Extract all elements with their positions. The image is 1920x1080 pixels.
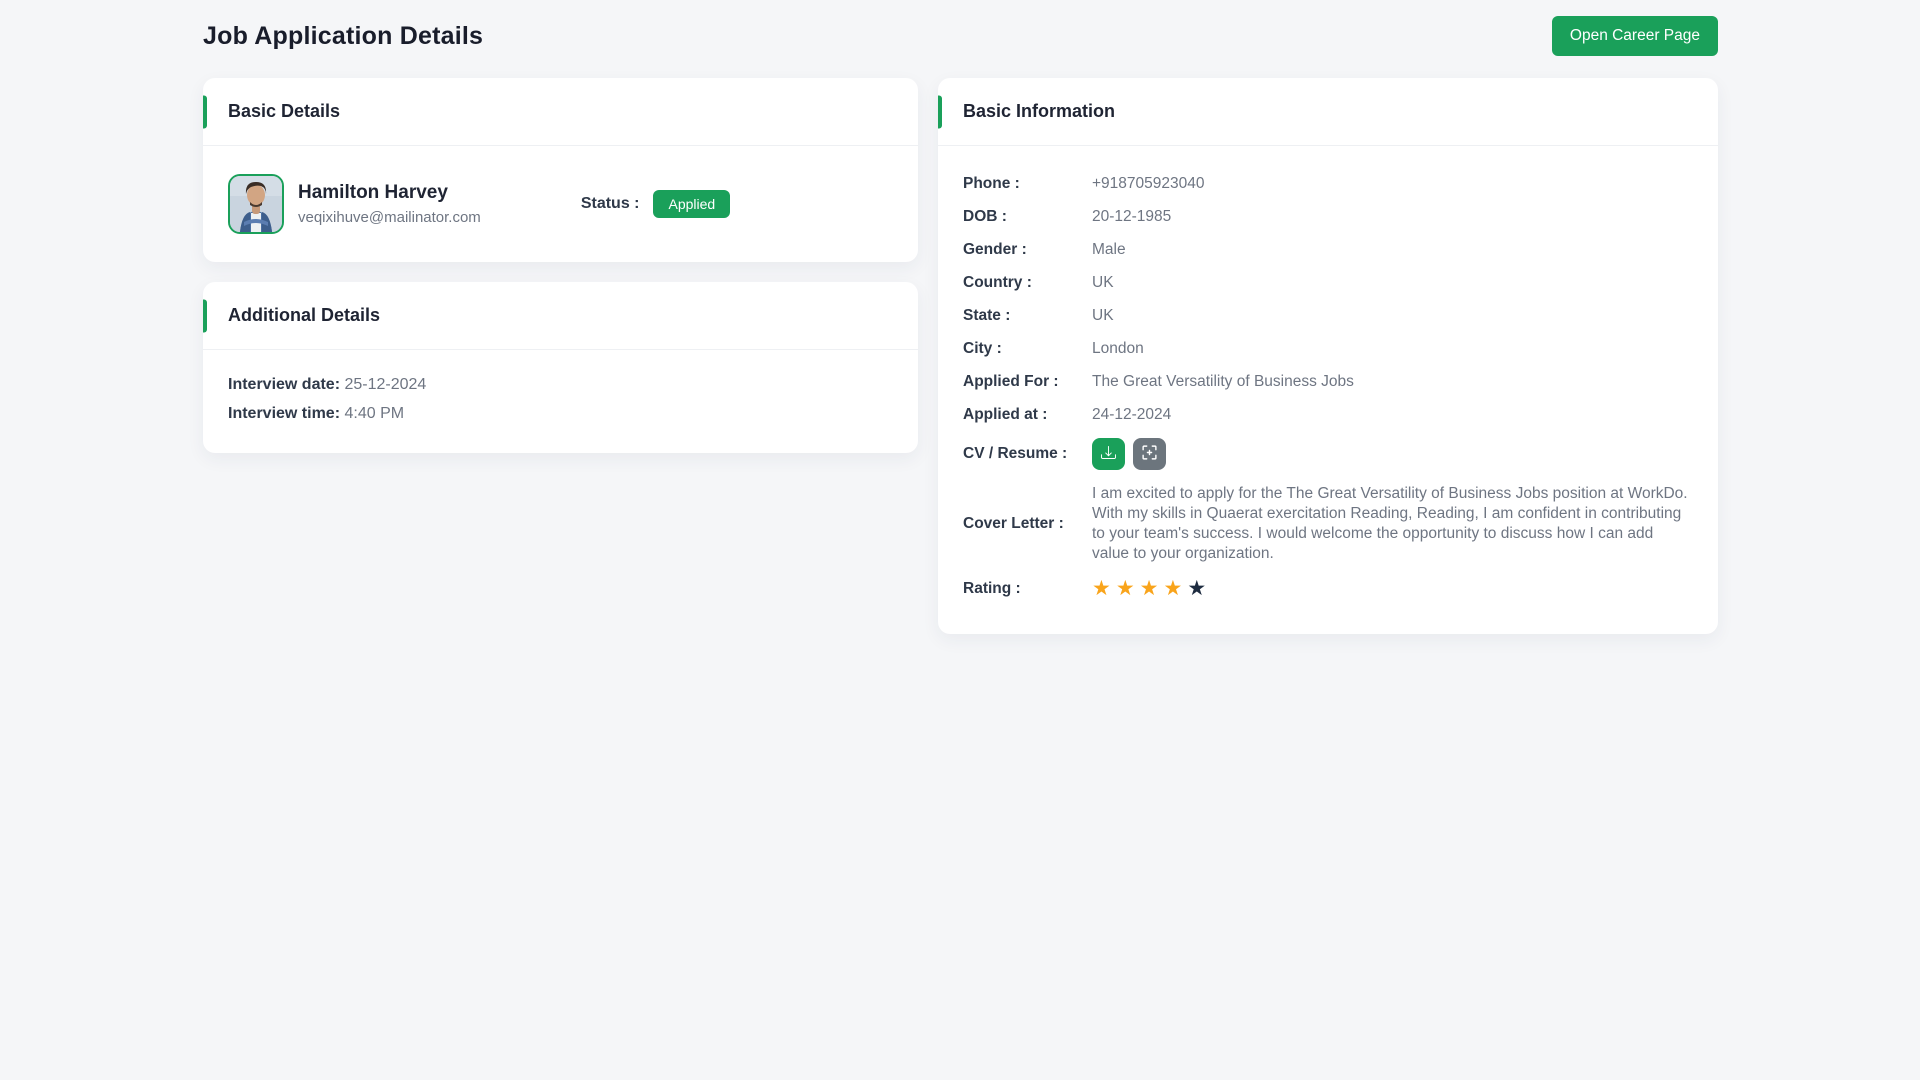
cover-letter-label: Cover Letter : — [963, 515, 1092, 533]
applied-at-label: Applied at : — [963, 406, 1092, 424]
city-value: London — [1092, 339, 1144, 359]
basic-details-body: Hamilton Harvey veqixihuve@mailinator.co… — [203, 146, 918, 262]
download-icon — [1101, 445, 1116, 463]
cv-resume-label: CV / Resume : — [963, 445, 1092, 463]
applied-at-value: 24-12-2024 — [1092, 405, 1171, 425]
applicant-identity: Hamilton Harvey veqixihuve@mailinator.co… — [298, 182, 481, 226]
content-grid: Basic Details — [203, 78, 1718, 634]
interview-time-label: Interview time: — [228, 405, 344, 422]
rating-row: Rating : ★★★★★ — [963, 578, 1693, 600]
preview-cv-button[interactable] — [1133, 438, 1166, 470]
applied-for-value: The Great Versatility of Business Jobs — [1092, 372, 1354, 392]
interview-time-row: Interview time: 4:40 PM — [228, 405, 893, 423]
download-cv-button[interactable] — [1092, 438, 1125, 470]
dob-label: DOB : — [963, 208, 1092, 226]
country-value: UK — [1092, 273, 1114, 293]
avatar-photo-illustration — [230, 176, 282, 232]
cv-resume-actions — [1092, 438, 1166, 470]
basic-information-body: Phone : +918705923040 DOB : 20-12-1985 G… — [938, 146, 1718, 634]
cover-letter-text: I am excited to apply for the The Great … — [1092, 484, 1693, 564]
applicant-email: veqixihuve@mailinator.com — [298, 209, 481, 226]
star-filled-icon[interactable]: ★ — [1163, 578, 1182, 600]
gender-row: Gender : Male — [963, 240, 1693, 260]
open-career-page-button[interactable]: Open Career Page — [1552, 16, 1718, 56]
dob-row: DOB : 20-12-1985 — [963, 207, 1693, 227]
star-filled-icon[interactable]: ★ — [1092, 578, 1111, 600]
city-label: City : — [963, 340, 1092, 358]
basic-details-card: Basic Details — [203, 78, 918, 262]
status-label: Status : — [581, 195, 640, 213]
basic-details-card-title: Basic Details — [203, 78, 918, 146]
fullscreen-preview-icon — [1142, 445, 1157, 463]
job-application-details-page: Job Application Details Open Career Page… — [0, 0, 1920, 634]
rating-label: Rating : — [963, 580, 1092, 598]
country-row: Country : UK — [963, 273, 1693, 293]
applied-at-row: Applied at : 24-12-2024 — [963, 405, 1693, 425]
dob-value: 20-12-1985 — [1092, 207, 1171, 227]
applied-for-label: Applied For : — [963, 373, 1092, 391]
basic-information-card-title: Basic Information — [938, 78, 1718, 146]
state-row: State : UK — [963, 306, 1693, 326]
page-header: Job Application Details Open Career Page — [203, 16, 1718, 56]
star-filled-icon[interactable]: ★ — [1140, 578, 1159, 600]
cover-letter-row: Cover Letter : I am excited to apply for… — [963, 484, 1693, 564]
state-value: UK — [1092, 306, 1114, 326]
city-row: City : London — [963, 339, 1693, 359]
applicant-name: Hamilton Harvey — [298, 182, 481, 204]
status-badge: Applied — [653, 190, 730, 218]
left-column: Basic Details — [203, 78, 918, 453]
interview-date-label: Interview date: — [228, 376, 344, 393]
gender-value: Male — [1092, 240, 1126, 260]
page-title: Job Application Details — [203, 22, 483, 51]
rating-stars: ★★★★★ — [1092, 578, 1206, 600]
cv-resume-row: CV / Resume : — [963, 438, 1693, 470]
phone-row: Phone : +918705923040 — [963, 174, 1693, 194]
additional-details-body: Interview date: 25-12-2024 Interview tim… — [203, 350, 918, 453]
applied-for-row: Applied For : The Great Versatility of B… — [963, 372, 1693, 392]
phone-value: +918705923040 — [1092, 174, 1205, 194]
basic-information-card: Basic Information Phone : +918705923040 … — [938, 78, 1718, 634]
status-group: Status : Applied — [581, 190, 730, 218]
additional-details-card: Additional Details Interview date: 25-12… — [203, 282, 918, 453]
country-label: Country : — [963, 274, 1092, 292]
interview-date-row: Interview date: 25-12-2024 — [228, 376, 893, 394]
star-filled-icon[interactable]: ★ — [1116, 578, 1135, 600]
state-label: State : — [963, 307, 1092, 325]
star-empty-icon[interactable]: ★ — [1187, 578, 1206, 600]
applicant-avatar — [228, 174, 284, 234]
interview-time-value: 4:40 PM — [344, 405, 404, 422]
gender-label: Gender : — [963, 241, 1092, 259]
interview-date-value: 25-12-2024 — [344, 376, 426, 393]
phone-label: Phone : — [963, 175, 1092, 193]
additional-details-card-title: Additional Details — [203, 282, 918, 350]
